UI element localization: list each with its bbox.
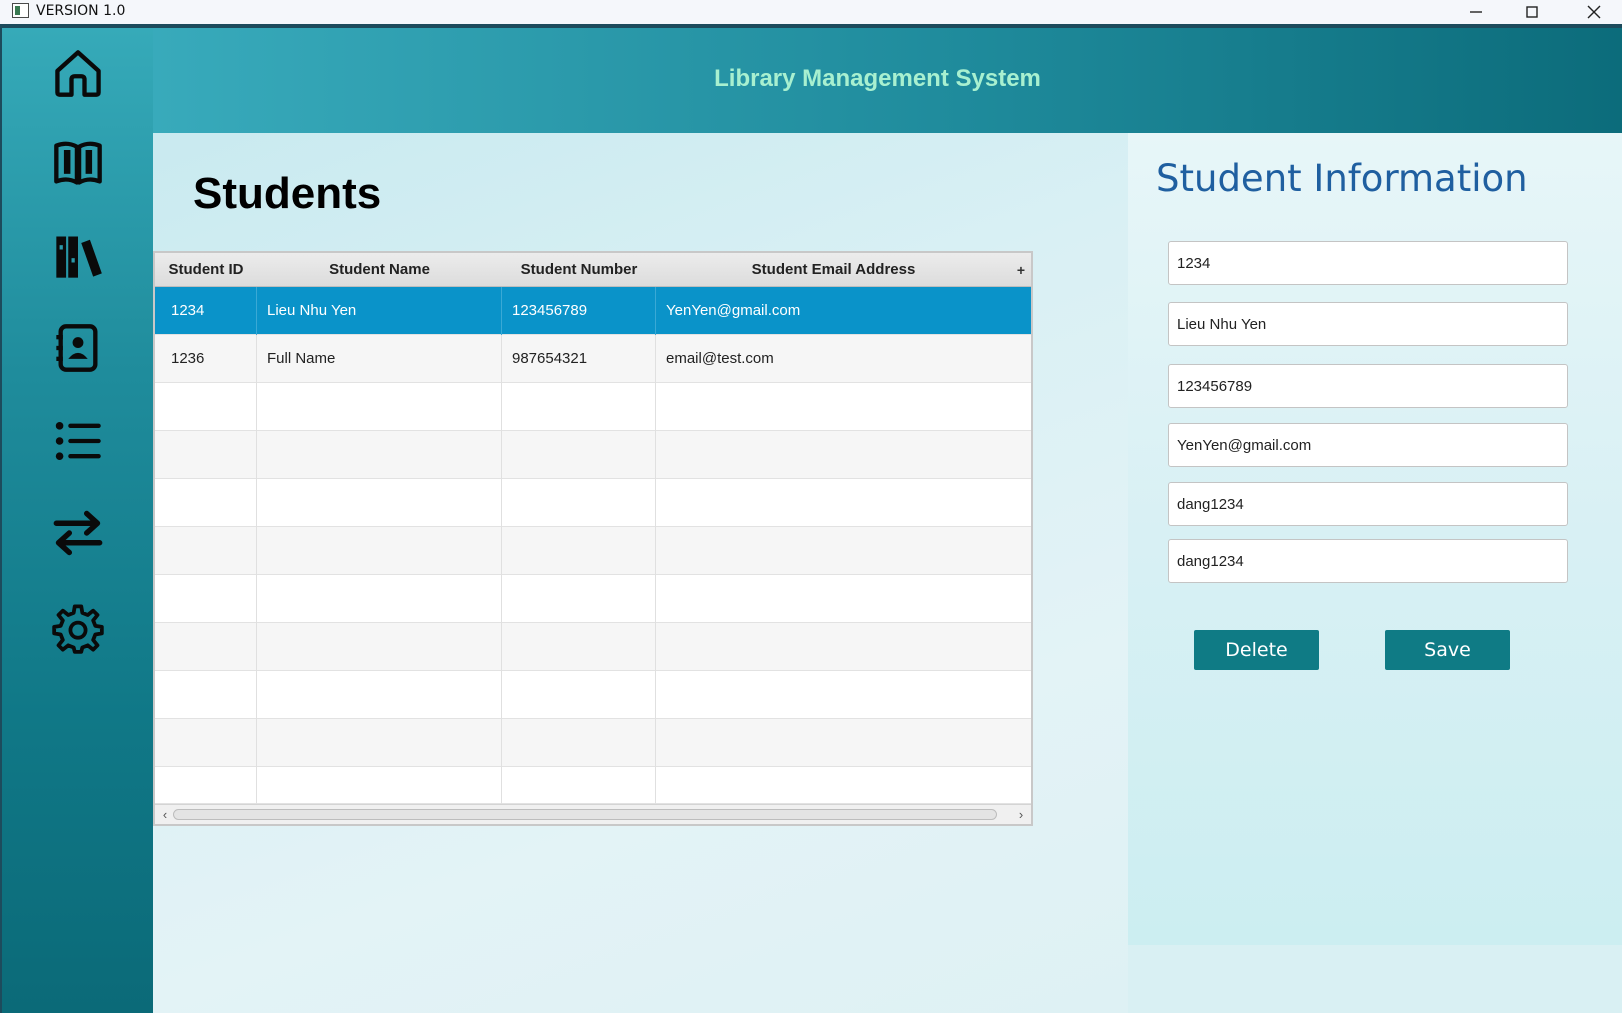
cell-student-number: 987654321 — [502, 335, 656, 383]
password-field[interactable] — [1168, 539, 1568, 583]
username-field[interactable] — [1168, 482, 1568, 526]
sidebar-item-books[interactable] — [48, 133, 108, 193]
sidebar-item-students[interactable] — [48, 318, 108, 378]
table-row[interactable]: 1234 Lieu Nhu Yen 123456789 YenYen@gmail… — [155, 287, 1031, 335]
library-icon — [56, 236, 102, 278]
student-info-title: Student Information — [1156, 157, 1528, 200]
student-info-panel: Student Information Delete Save — [1128, 133, 1622, 945]
column-menu-button[interactable]: + — [1011, 257, 1031, 283]
empty-table-row — [155, 575, 1031, 623]
student-id-field[interactable] — [1168, 241, 1568, 285]
empty-table-row — [155, 719, 1031, 767]
cell-student-number: 123456789 — [502, 287, 656, 335]
students-table: Student ID Student Name Student Number S… — [153, 251, 1033, 826]
cell-student-id: 1236 — [155, 335, 257, 383]
save-button[interactable]: Save — [1385, 630, 1510, 670]
contact-book-icon — [56, 324, 98, 372]
app-window-icon — [12, 3, 29, 18]
home-icon — [55, 50, 101, 97]
table-row[interactable]: 1236 Full Name 987654321 email@test.com — [155, 335, 1031, 383]
student-number-field[interactable] — [1168, 364, 1568, 408]
app-header: Library Management System — [153, 28, 1622, 133]
horizontal-scrollbar[interactable]: ‹ › — [155, 804, 1031, 824]
cell-student-id: 1234 — [155, 287, 257, 335]
book-icon — [54, 141, 102, 185]
sidebar-item-settings[interactable] — [48, 598, 108, 658]
minimize-icon — [1470, 11, 1482, 13]
close-icon — [1587, 5, 1601, 19]
page-title: Students — [193, 169, 382, 218]
cell-student-name: Lieu Nhu Yen — [257, 287, 502, 335]
app-title: Library Management System — [714, 65, 1041, 92]
cell-student-email: email@test.com — [666, 350, 774, 367]
empty-table-row — [155, 383, 1031, 431]
column-header-student-id[interactable]: Student ID — [155, 253, 257, 287]
sidebar-item-library[interactable] — [48, 226, 108, 286]
empty-table-row — [155, 431, 1031, 479]
column-header-student-email[interactable]: Student Email Address — [656, 253, 1011, 287]
window-titlebar: VERSION 1.0 — [0, 0, 1622, 24]
scroll-left-icon[interactable]: ‹ — [155, 805, 175, 825]
minimize-button[interactable] — [1448, 0, 1504, 24]
sidebar-item-list[interactable] — [48, 411, 108, 471]
sidebar-item-transactions[interactable] — [48, 503, 108, 563]
info-panel-footer — [1128, 945, 1622, 1013]
empty-table-row — [155, 767, 1031, 804]
cell-student-name: Full Name — [257, 335, 502, 383]
transfer-icon — [53, 510, 103, 556]
empty-table-row — [155, 623, 1031, 671]
scrollbar-thumb[interactable] — [173, 809, 997, 820]
empty-table-row — [155, 527, 1031, 575]
column-header-student-number[interactable]: Student Number — [502, 253, 656, 287]
main-content: Students Student ID Student Name Student… — [153, 133, 1128, 1013]
empty-table-row — [155, 671, 1031, 719]
student-name-field[interactable] — [1168, 302, 1568, 346]
column-header-student-name[interactable]: Student Name — [257, 253, 502, 287]
window-title: VERSION 1.0 — [36, 3, 126, 19]
delete-button[interactable]: Delete — [1194, 630, 1319, 670]
cell-student-email: YenYen@gmail.com — [666, 302, 801, 319]
maximize-icon — [1526, 6, 1538, 18]
scroll-right-icon[interactable]: › — [1011, 805, 1031, 825]
gear-icon — [52, 604, 104, 654]
sidebar-item-home[interactable] — [48, 43, 108, 103]
maximize-button[interactable] — [1504, 0, 1560, 24]
close-button[interactable] — [1566, 0, 1622, 24]
list-icon — [55, 422, 101, 460]
table-header: Student ID Student Name Student Number S… — [155, 253, 1031, 287]
student-email-field[interactable] — [1168, 423, 1568, 467]
sidebar — [2, 28, 153, 1013]
empty-table-row — [155, 479, 1031, 527]
